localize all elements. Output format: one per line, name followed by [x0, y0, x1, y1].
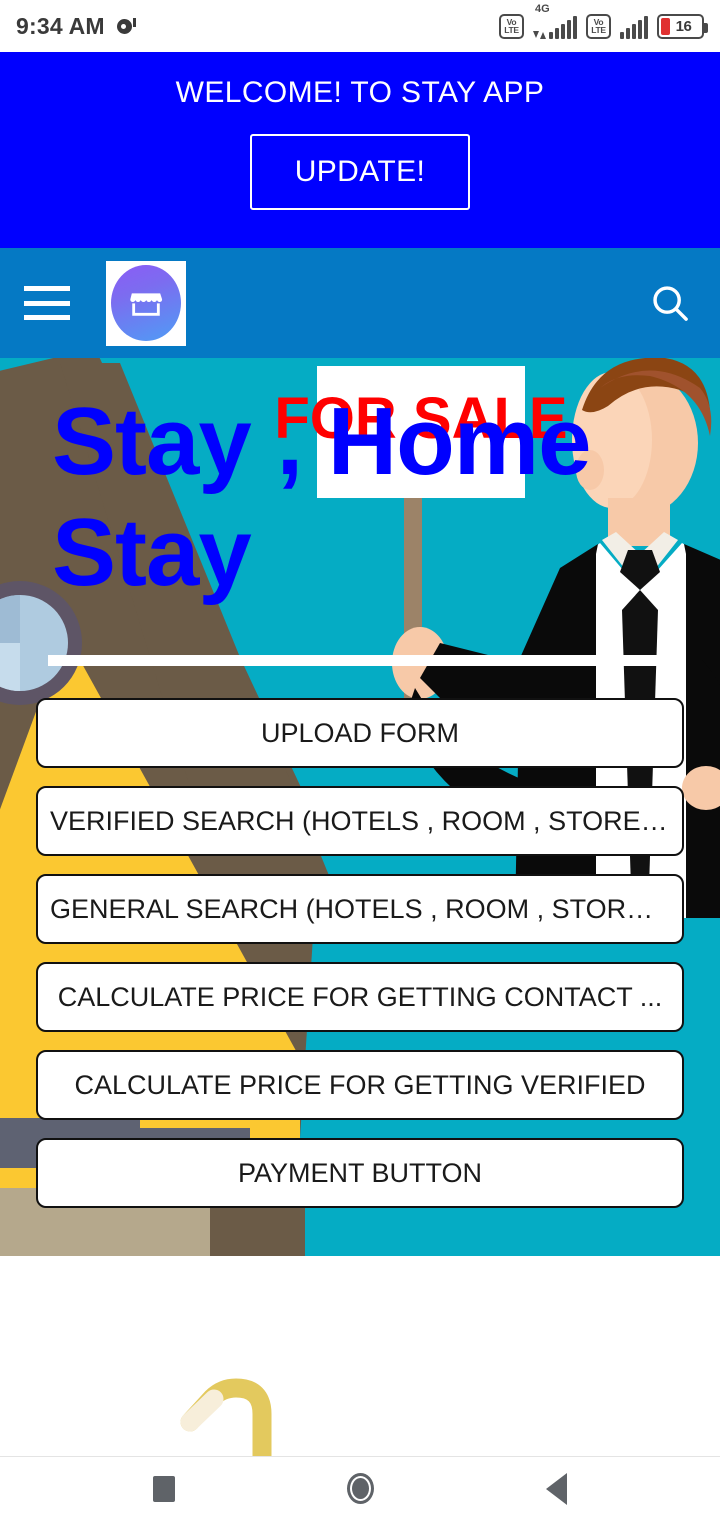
search-glyph — [653, 286, 688, 321]
signal-bars-sim1 — [549, 15, 577, 39]
hero-divider-line — [48, 655, 672, 666]
storefront-logo-icon[interactable] — [106, 260, 186, 346]
hero-banner: FOR SALE Stay , Home Stay UPLOAD FORM VE… — [0, 358, 720, 1256]
network-type-label: 4G — [535, 2, 550, 15]
upload-form-button[interactable]: UPLOAD FORM — [36, 698, 684, 768]
action-button-list: UPLOAD FORM VERIFIED SEARCH (HOTELS , RO… — [36, 698, 684, 1208]
battery-icon: 16 — [657, 13, 708, 39]
signal-bars-sim2 — [620, 15, 648, 39]
payment-button[interactable]: PAYMENT BUTTON — [36, 1138, 684, 1208]
upload-form-button-label: UPLOAD FORM — [260, 717, 460, 748]
update-button[interactable]: UPDATE! — [250, 134, 470, 210]
hamburger-menu-icon[interactable] — [24, 286, 70, 320]
straw-decoration-icon — [180, 1378, 272, 1456]
recents-glyph — [153, 1475, 175, 1502]
app-bar — [0, 248, 720, 358]
status-bar-right: Vo LTE 4G Vo LTE 16 — [499, 3, 708, 39]
volte-label-bottom-1: LTE — [504, 25, 519, 35]
android-navigation-bar — [0, 1456, 720, 1520]
signal-icon-sim2 — [620, 15, 648, 39]
signal-icon-sim1: 4G — [533, 3, 577, 39]
calculate-price-contact-button-label: CALCULATE PRICE FOR GETTING CONTACT ... — [57, 981, 663, 1012]
back-triangle-icon[interactable] — [528, 1461, 584, 1517]
recents-square-icon[interactable] — [136, 1461, 192, 1517]
verified-search-button-label: VERIFIED SEARCH (HOTELS , ROOM , STORE .… — [50, 805, 670, 836]
verified-search-button[interactable]: VERIFIED SEARCH (HOTELS , ROOM , STORE .… — [36, 786, 684, 856]
status-time: 9:34 AM — [16, 12, 105, 39]
back-glyph — [545, 1472, 567, 1505]
for-sale-sign-text: FOR SALE — [274, 386, 567, 451]
home-glyph — [346, 1473, 374, 1504]
status-bar-left: 9:34 AM — [16, 12, 136, 40]
welcome-title: WELCOME! TO STAY APP — [175, 76, 545, 109]
battery-level-label: 16 — [675, 17, 692, 35]
calculate-price-contact-button[interactable]: CALCULATE PRICE FOR GETTING CONTACT ... — [36, 962, 684, 1032]
notification-dot-icon — [115, 16, 136, 36]
volte-icon-sim1: Vo LTE — [499, 13, 524, 39]
lower-content-section — [0, 1256, 720, 1456]
storefront-glyph — [130, 293, 163, 316]
volte-label-bottom-2: LTE — [591, 25, 606, 35]
search-icon[interactable] — [644, 277, 696, 329]
general-search-button-label: GENERAL SEARCH (HOTELS , ROOM , STORE ..… — [50, 893, 670, 924]
calculate-price-verified-button[interactable]: CALCULATE PRICE FOR GETTING VERIFIED — [36, 1050, 684, 1120]
status-bar: 9:34 AM Vo LTE 4G Vo LTE 16 — [0, 0, 720, 52]
payment-button-label: PAYMENT BUTTON — [237, 1157, 483, 1188]
welcome-banner: WELCOME! TO STAY APP UPDATE! — [0, 52, 720, 248]
general-search-button[interactable]: GENERAL SEARCH (HOTELS , ROOM , STORE ..… — [36, 874, 684, 944]
volte-icon-sim2: Vo LTE — [586, 13, 611, 39]
calculate-price-verified-button-label: CALCULATE PRICE FOR GETTING VERIFIED — [74, 1069, 646, 1100]
home-circle-icon[interactable] — [332, 1461, 388, 1517]
data-transfer-icon — [533, 30, 546, 39]
